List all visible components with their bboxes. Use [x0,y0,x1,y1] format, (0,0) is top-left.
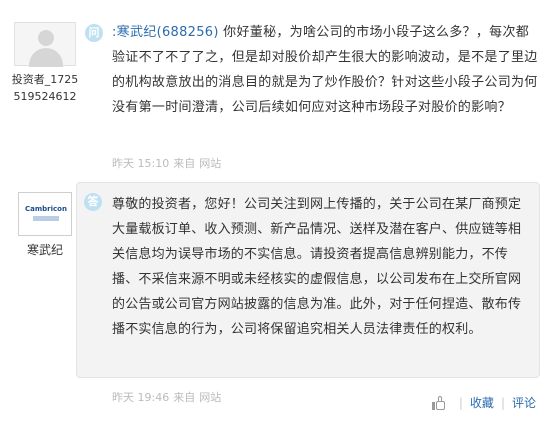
asker-avatar[interactable] [14,22,76,67]
answer-time: 昨天 19:46 [112,391,170,404]
answer-source-prefix: 来自 [173,391,196,404]
asker-id: 519524612 [13,90,77,103]
question-time: 昨天 15:10 [112,157,170,170]
question-meta: 昨天 15:10 来自 网站 [112,155,225,171]
avatar-body-shape [29,48,63,67]
avatar-head-shape [38,30,54,46]
answer-meta: 昨天 19:46 来自 网站 [112,389,225,405]
question-badge: 问 [85,24,103,42]
company-mention-link[interactable]: :寒武纪(688256) [112,25,219,40]
question-text: :寒武纪(688256) 你好董秘，为啥公司的市场小段子这么多？，每次都验证不了… [112,20,538,120]
answer-source: 网站 [199,391,222,404]
answerer-avatar[interactable]: Cambricon [18,192,72,236]
asker-name[interactable]: 投资者_1725 [0,71,90,87]
question-source-prefix: 来自 [173,157,196,170]
question-source: 网站 [199,157,222,170]
action-separator: | [458,395,463,410]
favorite-link[interactable]: 收藏 [470,394,494,411]
answer-actions: | 收藏 | 评论 [431,394,536,411]
answer-text: 尊敬的投资者，您好！公司关注到网上传播的，关于公司在某厂商预定大量载板订单、收入… [112,197,522,337]
thumbs-up-icon[interactable] [431,395,446,410]
logo-bar-shape [33,216,59,221]
answer-badge: 答 [84,193,102,211]
cambricon-logo: Cambricon [25,205,67,213]
action-separator: | [500,395,505,410]
comment-link[interactable]: 评论 [512,394,536,411]
